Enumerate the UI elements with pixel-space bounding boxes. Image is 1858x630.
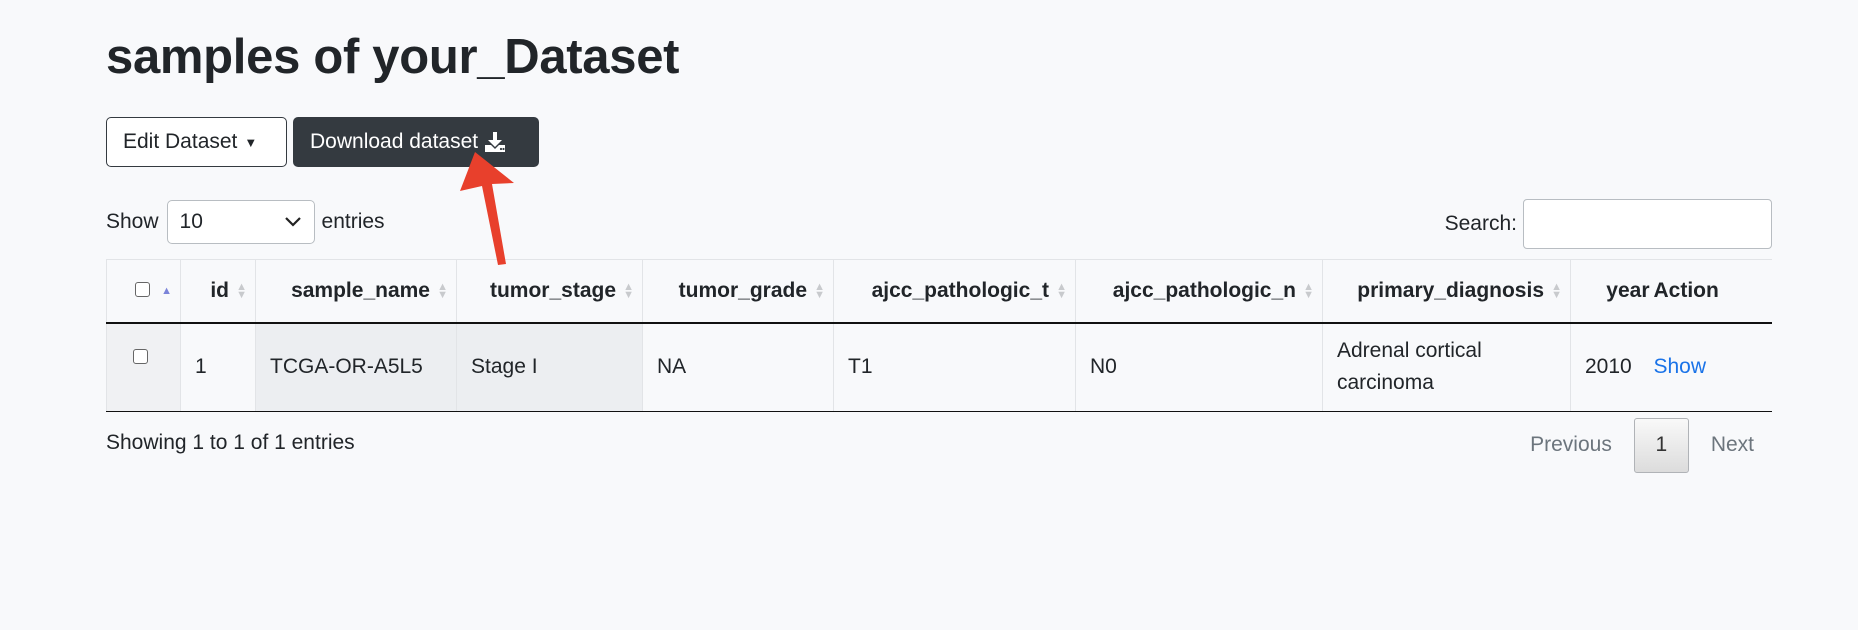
sort-icon: ▲ ▼ [236, 280, 247, 301]
edit-dataset-button[interactable]: Edit Dataset ▼ [106, 117, 287, 167]
sort-icon: ▲ ▼ [1551, 280, 1562, 301]
previous-button[interactable]: Previous [1512, 433, 1630, 457]
sort-icon: ▲ ▼ [623, 280, 634, 301]
cell-ajcc-pathologic-n: N0 [1075, 322, 1323, 412]
page-1-button[interactable]: 1 [1633, 417, 1689, 473]
column-header-action: Action [1653, 259, 1772, 324]
column-header-year[interactable]: year [1570, 259, 1654, 324]
column-header-primary-diagnosis[interactable]: primary_diagnosis ▲ ▼ [1322, 259, 1571, 324]
next-button[interactable]: Next [1693, 433, 1772, 457]
search-control: Search: [1445, 199, 1772, 249]
cell-sample-name: TCGA-OR-A5L5 [255, 322, 457, 412]
page-title: samples of your_Dataset [106, 30, 680, 84]
search-input[interactable] [1523, 199, 1772, 249]
download-icon [484, 131, 506, 153]
column-header-tumor-stage[interactable]: tumor_stage ▲ ▼ [456, 259, 643, 324]
cell-tumor-stage: Stage I [456, 322, 643, 412]
sort-icon: ▲ ▼ [437, 280, 448, 301]
cell-action: Show [1653, 322, 1772, 412]
row-checkbox[interactable] [133, 348, 148, 364]
download-dataset-button[interactable]: Download dataset [293, 117, 539, 167]
cell-primary-diagnosis: Adrenal cortical carcinoma [1322, 322, 1571, 412]
samples-table: ▲ id ▲ ▼ sample_name ▲ ▼ tumor_stage ▲ ▼ tu… [106, 259, 1772, 412]
pagination: Previous 1 Next [1512, 417, 1772, 473]
row-select-cell [106, 322, 181, 412]
table-header-row: ▲ id ▲ ▼ sample_name ▲ ▼ tumor_stage ▲ ▼ tu… [106, 259, 1772, 324]
select-all-header[interactable]: ▲ [106, 259, 181, 324]
show-link[interactable]: Show [1654, 355, 1707, 378]
caret-down-icon: ▼ [244, 134, 258, 150]
column-header-sample-name[interactable]: sample_name ▲ ▼ [255, 259, 457, 324]
cell-ajcc-pathologic-t: T1 [833, 322, 1076, 412]
column-header-ajcc-pathologic-n[interactable]: ajcc_pathologic_n ▲ ▼ [1075, 259, 1323, 324]
show-label: Show [106, 210, 159, 233]
column-header-tumor-grade[interactable]: tumor_grade ▲ ▼ [642, 259, 834, 324]
sort-asc-icon: ▲ [161, 284, 172, 297]
sort-icon: ▲ ▼ [1056, 280, 1067, 301]
edit-dataset-label: Edit Dataset [123, 130, 238, 153]
entries-label: entries [321, 210, 385, 233]
page-length-control: Show 10 entries [106, 199, 385, 245]
download-dataset-label: Download dataset [310, 130, 479, 153]
cell-tumor-grade: NA [642, 322, 834, 412]
select-all-checkbox[interactable] [135, 281, 150, 297]
column-header-id[interactable]: id ▲ ▼ [180, 259, 256, 324]
table-row: 1 TCGA-OR-A5L5 Stage I NA T1 N0 Adrenal … [106, 322, 1772, 412]
search-label: Search: [1444, 212, 1517, 235]
column-header-ajcc-pathologic-t[interactable]: ajcc_pathologic_t ▲ ▼ [833, 259, 1076, 324]
cell-year: 2010 [1570, 322, 1654, 412]
sort-icon: ▲ ▼ [814, 280, 825, 301]
page-length-select[interactable]: 10 [166, 200, 315, 244]
page-length-value: 10 [179, 210, 203, 233]
cell-id: 1 [180, 322, 256, 412]
sort-icon: ▲ ▼ [1303, 280, 1314, 301]
table-info: Showing 1 to 1 of 1 entries [106, 431, 355, 454]
chevron-down-icon [284, 210, 302, 234]
